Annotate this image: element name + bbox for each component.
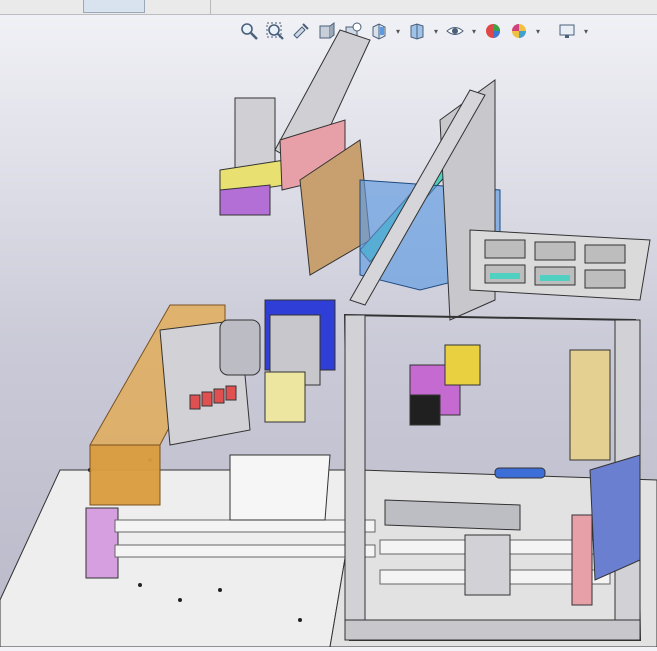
cylinder-motor: [219, 319, 261, 376]
blue-pin: [494, 467, 546, 479]
amber-cover-front: [89, 444, 161, 506]
base-cutout: [229, 454, 331, 521]
black-motor: [409, 394, 441, 426]
motor-top-left: [234, 97, 276, 169]
cad-model-viewport[interactable]: [0, 15, 657, 648]
window-tab-strip: [0, 0, 657, 15]
yellow-cylinder: [444, 344, 481, 386]
stage-carriage: [464, 534, 511, 596]
frame-bottom-beam: [344, 619, 641, 641]
purple-plate: [219, 184, 271, 216]
assembly-model: [0, 29, 657, 648]
right-diagonal-rail: [589, 454, 641, 581]
tab-divider: [210, 0, 211, 14]
right-side-block: [569, 349, 611, 461]
active-tab[interactable]: [83, 0, 145, 13]
yellow-box: [264, 371, 306, 423]
pink-block: [85, 507, 119, 579]
frame-left-post: [344, 314, 366, 641]
pink-end-plate: [571, 514, 593, 606]
linear-stage: [384, 499, 521, 531]
